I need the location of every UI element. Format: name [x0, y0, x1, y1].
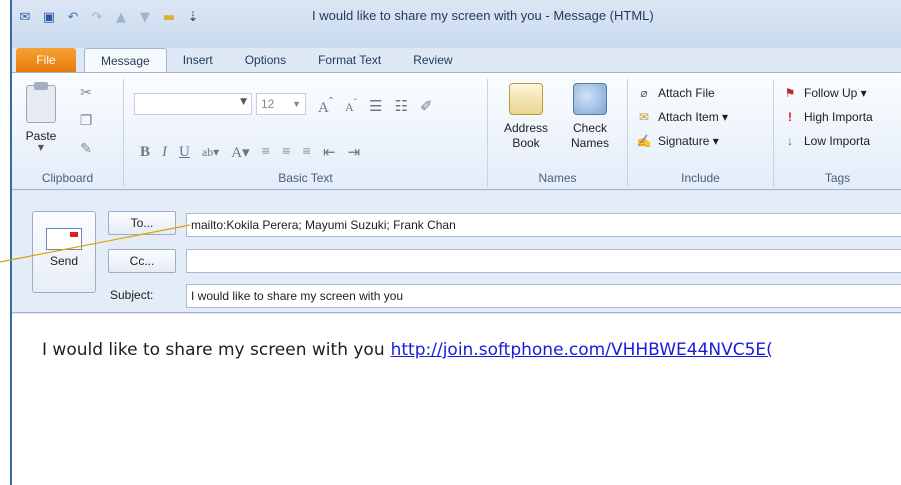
font-color-icon[interactable]: A▾: [231, 143, 249, 162]
window-title: I would like to share my screen with you…: [312, 8, 654, 23]
basic-text-group: ▼ 12 ▼ Aˆ Aˇ ☰ ☷ ✐ B I U ab▾ A▾ ≡ ≡ ≡ ⇤ …: [124, 79, 488, 187]
chevron-down-icon: ▼: [240, 97, 247, 107]
names-group: Address Book Check Names Names: [488, 79, 628, 187]
highlight-icon[interactable]: ab▾: [202, 145, 219, 160]
address-book-label: Address Book: [503, 121, 549, 150]
align-left-icon[interactable]: ≡: [262, 144, 270, 161]
address-book-button[interactable]: Address Book: [496, 83, 556, 151]
outlook-icon[interactable]: ✉: [16, 8, 34, 26]
clear-format-icon[interactable]: ✐: [420, 97, 433, 116]
subject-field[interactable]: I would like to share my screen with you: [186, 284, 901, 308]
to-field[interactable]: mailto:Kokila Perera; Mayumi Suzuki; Fra…: [186, 213, 901, 237]
up-icon[interactable]: ▲: [112, 8, 130, 26]
format-row-bottom: B I U ab▾ A▾ ≡ ≡ ≡ ⇤ ⇥: [140, 143, 360, 162]
bullets-icon[interactable]: ☰: [369, 97, 382, 116]
copy-icon[interactable]: ❐: [76, 113, 96, 133]
font-name-box[interactable]: ▼: [134, 93, 252, 115]
quick-access-toolbar: ✉ ▣ ↶ ↷ ▲ ▼ ▬ ⇣: [16, 6, 202, 28]
redo-icon[interactable]: ↷: [88, 8, 106, 26]
attach-file-button[interactable]: ⌀ Attach File: [636, 85, 715, 101]
send-button[interactable]: Send: [32, 211, 96, 293]
high-importance-button[interactable]: ! High Importa: [782, 109, 873, 125]
check-names-button[interactable]: Check Names: [560, 83, 620, 151]
message-header: Send To... Cc... Subject: mailto:Kokila …: [12, 191, 901, 313]
tab-message[interactable]: Message: [84, 48, 167, 72]
tab-insert[interactable]: Insert: [167, 48, 229, 72]
chevron-down-icon: ▼: [37, 143, 45, 152]
font-size-box[interactable]: 12 ▼: [256, 93, 306, 115]
body-text-line: I would like to share my screen with you…: [42, 340, 773, 360]
paste-label: Paste: [25, 129, 57, 143]
message-body[interactable]: I would like to share my screen with you…: [12, 314, 901, 485]
underline-button[interactable]: U: [179, 144, 190, 161]
paste-button[interactable]: Paste ▼: [18, 82, 64, 165]
format-painter-icon[interactable]: ✎: [76, 141, 96, 161]
desktop-edge: [0, 0, 10, 485]
exclamation-icon: !: [788, 110, 792, 124]
clipboard-group-label: Clipboard: [41, 171, 94, 185]
signature-button[interactable]: ✍ Signature ▾: [636, 133, 719, 149]
bold-button[interactable]: B: [140, 144, 150, 161]
paste-icon: [26, 82, 56, 123]
align-right-icon[interactable]: ≡: [303, 144, 311, 161]
chevron-down-icon: ▼: [292, 99, 301, 109]
envelope-icon: ✉: [638, 110, 650, 124]
align-center-icon[interactable]: ≡: [282, 144, 290, 161]
attach-item-button[interactable]: ✉ Attach Item ▾: [636, 109, 728, 125]
subject-label: Subject:: [110, 288, 154, 302]
tab-file[interactable]: File: [16, 48, 76, 72]
increase-indent-icon[interactable]: ⇥: [348, 143, 361, 162]
follow-up-button[interactable]: ⚑ Follow Up ▾: [782, 85, 867, 101]
message-window: ✉ ▣ ↶ ↷ ▲ ▼ ▬ ⇣ I would like to share my…: [10, 0, 901, 485]
numbering-icon[interactable]: ☷: [394, 97, 407, 116]
to-button[interactable]: To...: [108, 211, 176, 235]
send-label: Send: [49, 254, 79, 268]
folder-icon[interactable]: ▬: [160, 8, 178, 26]
include-group: ⌀ Attach File ✉ Attach Item ▾ ✍ Signatur…: [628, 79, 774, 187]
shrink-font-icon[interactable]: Aˇ: [345, 98, 357, 115]
attach-item-label: Attach Item ▾: [658, 110, 729, 124]
down-icon[interactable]: ▼: [136, 8, 154, 26]
cut-icon[interactable]: ✂: [76, 85, 96, 105]
decrease-indent-icon[interactable]: ⇤: [323, 143, 336, 162]
tab-options[interactable]: Options: [229, 48, 302, 72]
customize-icon[interactable]: ⇣: [184, 8, 202, 26]
cc-button[interactable]: Cc...: [108, 249, 176, 273]
font-size-value: 12: [261, 97, 275, 111]
tags-group: ⚑ Follow Up ▾ ! High Importa ↓ Low Impor…: [774, 79, 901, 187]
attach-file-label: Attach File: [658, 86, 715, 100]
join-link[interactable]: http://join.softphone.com/VHHBWE44NVC5E(: [391, 340, 773, 360]
follow-up-label: Follow Up ▾: [804, 86, 867, 100]
clipboard-group: Paste ▼ ✂ ❐ ✎ Clipboard: [12, 79, 124, 187]
save-icon[interactable]: ▣: [40, 8, 58, 26]
undo-icon[interactable]: ↶: [64, 8, 82, 26]
check-names-label: Check Names: [570, 121, 609, 150]
arrow-down-icon: ↓: [787, 134, 793, 148]
low-importance-button[interactable]: ↓ Low Importa: [782, 133, 870, 149]
signature-icon: ✍: [636, 134, 652, 148]
italic-button[interactable]: I: [162, 144, 167, 161]
ribbon-tabs: File Message Insert Options Format Text …: [12, 46, 901, 72]
format-row-top: Aˆ Aˇ ☰ ☷ ✐: [318, 95, 433, 117]
include-group-label: Include: [681, 171, 720, 185]
basic-text-group-label: Basic Text: [278, 171, 333, 185]
body-text: I would like to share my screen with you: [42, 340, 385, 360]
tab-review[interactable]: Review: [397, 48, 468, 72]
ribbon: Paste ▼ ✂ ❐ ✎ Clipboard ▼ 12 ▼ Aˆ Aˇ ☰ ☷…: [12, 72, 901, 190]
cc-field[interactable]: [186, 249, 901, 273]
check-names-icon: [573, 83, 607, 115]
high-importance-label: High Importa: [804, 110, 873, 124]
names-group-label: Names: [538, 171, 577, 185]
grow-font-icon[interactable]: Aˆ: [318, 95, 333, 117]
address-book-icon: [509, 83, 543, 115]
send-icon: [46, 228, 82, 250]
title-bar: ✉ ▣ ↶ ↷ ▲ ▼ ▬ ⇣ I would like to share my…: [12, 0, 901, 48]
tab-format-text[interactable]: Format Text: [302, 48, 397, 72]
flag-icon: ⚑: [784, 86, 796, 100]
paperclip-icon: ⌀: [640, 86, 648, 100]
signature-label: Signature ▾: [658, 134, 719, 148]
low-importance-label: Low Importa: [804, 134, 871, 148]
tags-group-label: Tags: [824, 171, 851, 185]
